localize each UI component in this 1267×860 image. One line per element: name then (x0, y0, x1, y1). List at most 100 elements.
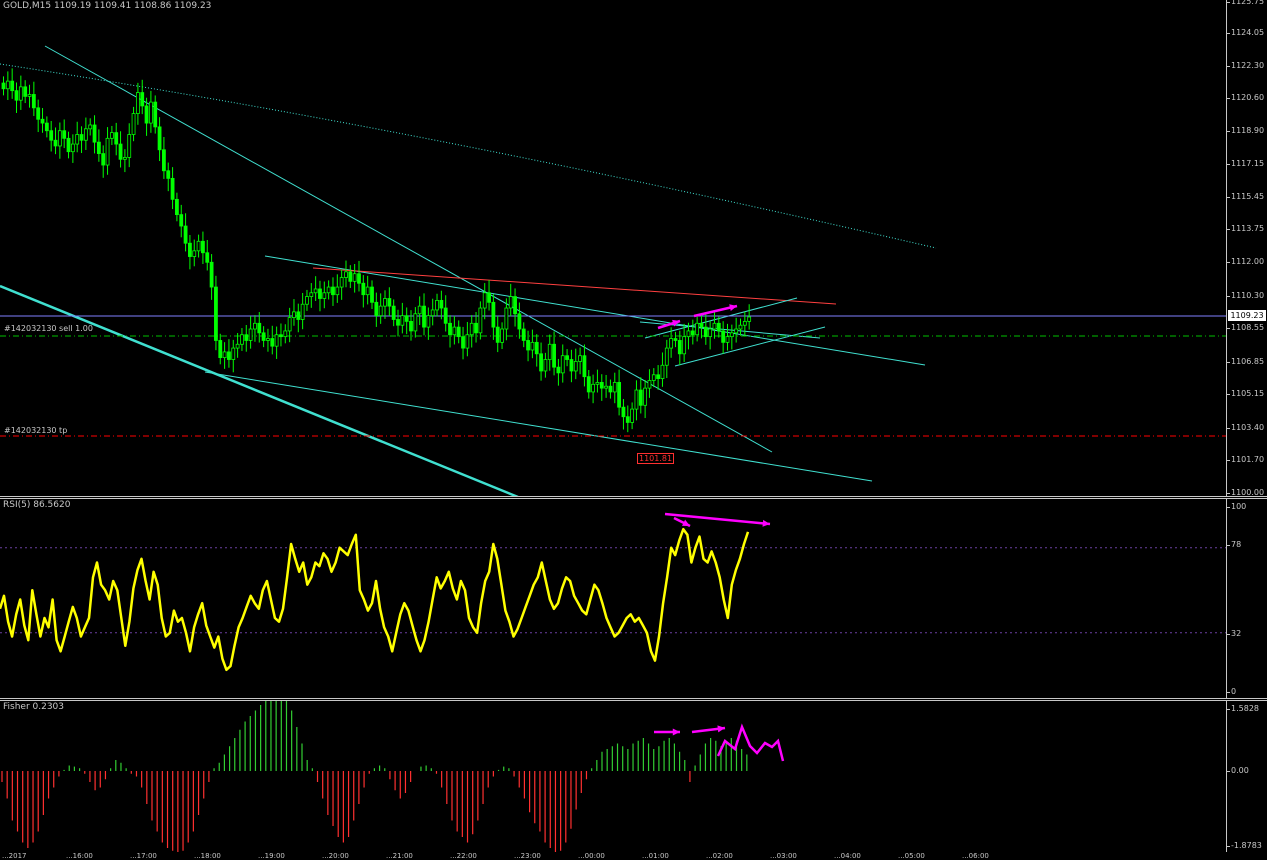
candle-body (487, 292, 491, 303)
candle-body (170, 177, 175, 200)
candle-body (643, 387, 648, 406)
candle-body (443, 307, 448, 324)
candle (487, 280, 491, 311)
axis-tick-mark (1227, 634, 1230, 635)
candle (383, 290, 387, 319)
candle-body (83, 128, 88, 141)
candle-body (36, 107, 41, 120)
candle (370, 280, 374, 309)
time-tick-label: ...04:00 (834, 852, 861, 860)
rsi-pane[interactable]: RSI(5) 86.5620 (0, 499, 1226, 699)
candle-body (612, 382, 617, 393)
candle-body (617, 382, 622, 408)
candle-body (109, 132, 114, 139)
candle-body (630, 408, 635, 423)
trendline-3 (204, 371, 873, 482)
candle-body (53, 139, 58, 147)
candle (621, 398, 626, 430)
axis-tick-label: 1125.75 (1231, 0, 1265, 6)
candle-body (582, 355, 587, 378)
candle (331, 277, 335, 306)
candle (222, 342, 227, 369)
candle-body (699, 322, 704, 328)
candle (465, 321, 470, 357)
candle (162, 137, 166, 179)
rsi-line (0, 527, 750, 672)
candle-body (192, 250, 197, 257)
candle-body (231, 347, 236, 360)
candle-body (625, 416, 630, 423)
candle (105, 127, 110, 175)
candle-body (448, 322, 452, 336)
axis-tick-mark (1227, 428, 1230, 429)
axis-tick-mark (1227, 460, 1230, 461)
candle (721, 321, 726, 354)
candle-body (664, 347, 669, 366)
candle-body (257, 322, 262, 334)
candle (66, 131, 71, 159)
candle (742, 311, 747, 337)
candle (166, 162, 171, 192)
candle-body (465, 334, 470, 349)
candle (140, 79, 145, 115)
candle (40, 108, 45, 133)
candle-body (530, 341, 535, 351)
candle (192, 239, 197, 267)
fisher-zigzag-arrows (716, 723, 785, 762)
candle (495, 315, 500, 353)
candle-body (248, 328, 253, 341)
candle-body (504, 307, 509, 330)
candle-body (430, 309, 435, 317)
candle (573, 348, 578, 380)
candle-body (31, 94, 36, 109)
candle (188, 235, 192, 270)
candle (673, 331, 678, 348)
fisher-pane[interactable]: Fisher 0.2303 (0, 701, 1226, 852)
candle (157, 117, 162, 162)
candle-body (552, 343, 556, 368)
candle (586, 370, 591, 399)
candle (348, 265, 353, 289)
candle (235, 333, 240, 358)
candle (478, 301, 483, 340)
candle (604, 374, 609, 398)
candle (96, 129, 101, 162)
candle (426, 307, 431, 340)
axis-tick-mark (1227, 709, 1230, 710)
symbol-title: GOLD,M15 1109.19 1109.41 1108.86 1109.23 (3, 1, 212, 11)
candle-body (75, 134, 80, 145)
fisher-chart[interactable] (0, 701, 1226, 852)
candle-body (62, 130, 67, 139)
candle-body (300, 303, 305, 320)
candle-body (673, 338, 678, 341)
candle (270, 325, 275, 355)
price-chart[interactable] (0, 0, 1226, 497)
resistance-line (312, 267, 837, 305)
candle-body (508, 296, 513, 309)
candle-body (452, 326, 457, 336)
candle (135, 82, 140, 125)
time-tick-label: ...16:00 (66, 852, 93, 860)
candle-body (491, 301, 496, 328)
rsi-chart[interactable] (0, 499, 1226, 699)
candle (539, 342, 543, 381)
candle-body (370, 286, 374, 303)
candle (422, 293, 426, 336)
candle (660, 352, 665, 387)
candle-body (292, 311, 296, 318)
candle-body (274, 334, 279, 347)
candle (153, 95, 158, 134)
candle-body (179, 214, 184, 227)
candle (205, 239, 210, 271)
candle (36, 99, 41, 133)
candle-body (44, 122, 49, 132)
candle (244, 325, 249, 352)
candle (313, 276, 318, 301)
candle (396, 309, 400, 337)
candle-body (534, 341, 539, 355)
low-price-label: 1101.81 (637, 453, 675, 464)
candle (578, 347, 582, 375)
candle-body (383, 298, 387, 307)
price-pane[interactable]: GOLD,M15 1109.19 1109.41 1108.86 1109.23… (0, 0, 1226, 497)
candle-body (543, 359, 548, 372)
